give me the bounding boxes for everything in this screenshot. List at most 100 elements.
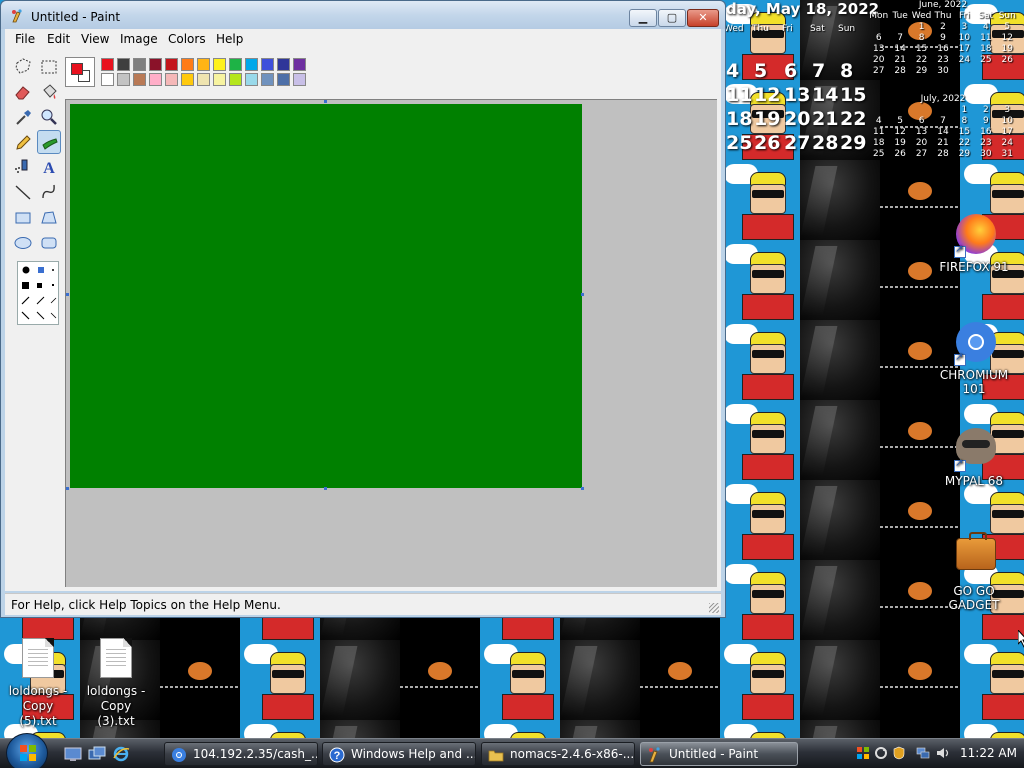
desktop-icon-loldongs-5[interactable]: loldongs - Copy (5).txt [0,638,78,729]
resize-grip[interactable] [709,603,719,613]
calendar-day[interactable]: 18 [975,43,996,54]
calendar-day[interactable]: 14 [812,84,838,106]
minimize-button[interactable]: ▁ [629,9,657,27]
calendar-day[interactable]: 1 [911,21,932,32]
calendar-day[interactable]: 7 [889,32,910,43]
palette-swatch[interactable] [181,73,194,86]
desktop-icon-mypal[interactable]: MYPAL 68 [934,428,1014,488]
calendar-day[interactable]: 18 [726,108,752,130]
calendar-day[interactable]: 3 [954,21,975,32]
calendar-day[interactable]: 19 [997,43,1018,54]
palette-swatch[interactable] [101,58,114,71]
calendar-day[interactable]: 26 [997,54,1018,65]
canvas-area[interactable] [65,99,717,587]
security-icon[interactable] [892,746,906,760]
tool-button[interactable] [11,180,35,204]
drawing-canvas[interactable] [70,104,582,488]
palette-swatch[interactable] [181,58,194,71]
calendar-day[interactable]: 29 [840,132,866,154]
tool-button[interactable] [11,230,35,254]
calendar-day[interactable]: 13 [868,43,889,54]
palette-swatch[interactable] [229,58,242,71]
windows-flag-tray-icon[interactable] [856,746,870,760]
tool-button[interactable] [37,80,61,104]
resize-handle-corner[interactable] [581,487,584,490]
calendar-gadget[interactable]: day, May 18, 2022 Wed Thu Fri Sat Sun 456781… [722,0,1024,160]
calendar-day[interactable]: 1 [954,104,975,115]
calendar-day[interactable]: 8 [840,60,853,82]
palette-swatch[interactable] [229,73,242,86]
palette-swatch[interactable] [133,73,146,86]
calendar-day[interactable]: 2 [975,104,996,115]
calendar-day[interactable]: 13 [784,84,810,106]
calendar-day[interactable] [997,65,1018,76]
calendar-day[interactable]: 31 [997,148,1018,159]
calendar-day[interactable]: 6 [911,115,932,126]
palette-swatch[interactable] [261,58,274,71]
palette-swatch[interactable] [149,73,162,86]
calendar-day[interactable]: 15 [840,84,866,106]
palette-swatch[interactable] [101,73,114,86]
taskbar-item-paint[interactable]: Untitled - Paint [640,742,798,766]
palette-swatch[interactable] [165,73,178,86]
tool-button[interactable] [11,105,35,129]
calendar-day[interactable]: 24 [954,54,975,65]
paint-window[interactable]: Untitled - Paint ▁ ▢ ✕ File Edit View Im… [0,0,726,618]
calendar-day[interactable]: 21 [812,108,838,130]
calendar-day[interactable]: 20 [911,137,932,148]
tool-button[interactable]: A [37,155,61,179]
calendar-day[interactable]: 10 [954,32,975,43]
calendar-day[interactable]: 22 [840,108,866,130]
volume-icon[interactable] [936,746,950,760]
tool-button[interactable] [11,130,35,154]
tool-button[interactable] [11,80,35,104]
clock[interactable]: 11:22 AM [960,746,1017,760]
calendar-day[interactable]: 27 [868,65,889,76]
tool-button[interactable] [11,155,35,179]
calendar-day[interactable]: 6 [784,60,797,82]
calendar-day[interactable]: 28 [889,65,910,76]
desktop-icon-chromium[interactable]: CHROMIUM 101 [934,322,1014,396]
tool-button[interactable] [37,105,61,129]
calendar-day[interactable]: 21 [932,137,953,148]
calendar-day[interactable]: 3 [997,104,1018,115]
calendar-day[interactable]: 9 [975,115,996,126]
calendar-day[interactable]: 5 [997,21,1018,32]
calendar-day[interactable]: 22 [911,54,932,65]
tool-button[interactable] [37,205,61,229]
menu-colors[interactable]: Colors [168,32,206,46]
calendar-day[interactable]: 23 [975,137,996,148]
taskbar-item-nomacs[interactable]: nomacs-2.4.6-x86-... [481,742,635,766]
calendar-day[interactable]: 29 [911,65,932,76]
calendar-day[interactable]: 27 [911,148,932,159]
sync-icon[interactable] [874,746,888,760]
calendar-day[interactable] [868,104,889,115]
calendar-day[interactable]: 25 [868,148,889,159]
calendar-day[interactable] [889,104,910,115]
calendar-day[interactable]: 15 [911,43,932,54]
calendar-day[interactable]: 4 [726,60,739,82]
calendar-day[interactable]: 30 [975,148,996,159]
calendar-day[interactable]: 12 [997,32,1018,43]
tool-button[interactable] [11,55,35,79]
calendar-day[interactable]: 2 [932,21,953,32]
menu-edit[interactable]: Edit [47,32,70,46]
calendar-day[interactable] [911,104,932,115]
palette-swatch[interactable] [117,58,130,71]
calendar-day[interactable]: 8 [954,115,975,126]
calendar-day[interactable]: 17 [997,126,1018,137]
calendar-day[interactable]: 15 [954,126,975,137]
calendar-day[interactable]: 28 [812,132,838,154]
show-desktop-icon[interactable] [64,745,82,763]
calendar-day[interactable]: 13 [911,126,932,137]
palette-swatch[interactable] [197,73,210,86]
palette-swatch[interactable] [277,58,290,71]
calendar-day[interactable]: 11 [726,84,752,106]
menu-view[interactable]: View [81,32,109,46]
calendar-day[interactable]: 22 [954,137,975,148]
calendar-day[interactable]: 17 [954,43,975,54]
calendar-day[interactable]: 26 [754,132,780,154]
desktop-icon-firefox[interactable]: FIREFOX 91 [934,214,1014,274]
calendar-day[interactable]: 7 [812,60,825,82]
palette-swatch[interactable] [277,73,290,86]
